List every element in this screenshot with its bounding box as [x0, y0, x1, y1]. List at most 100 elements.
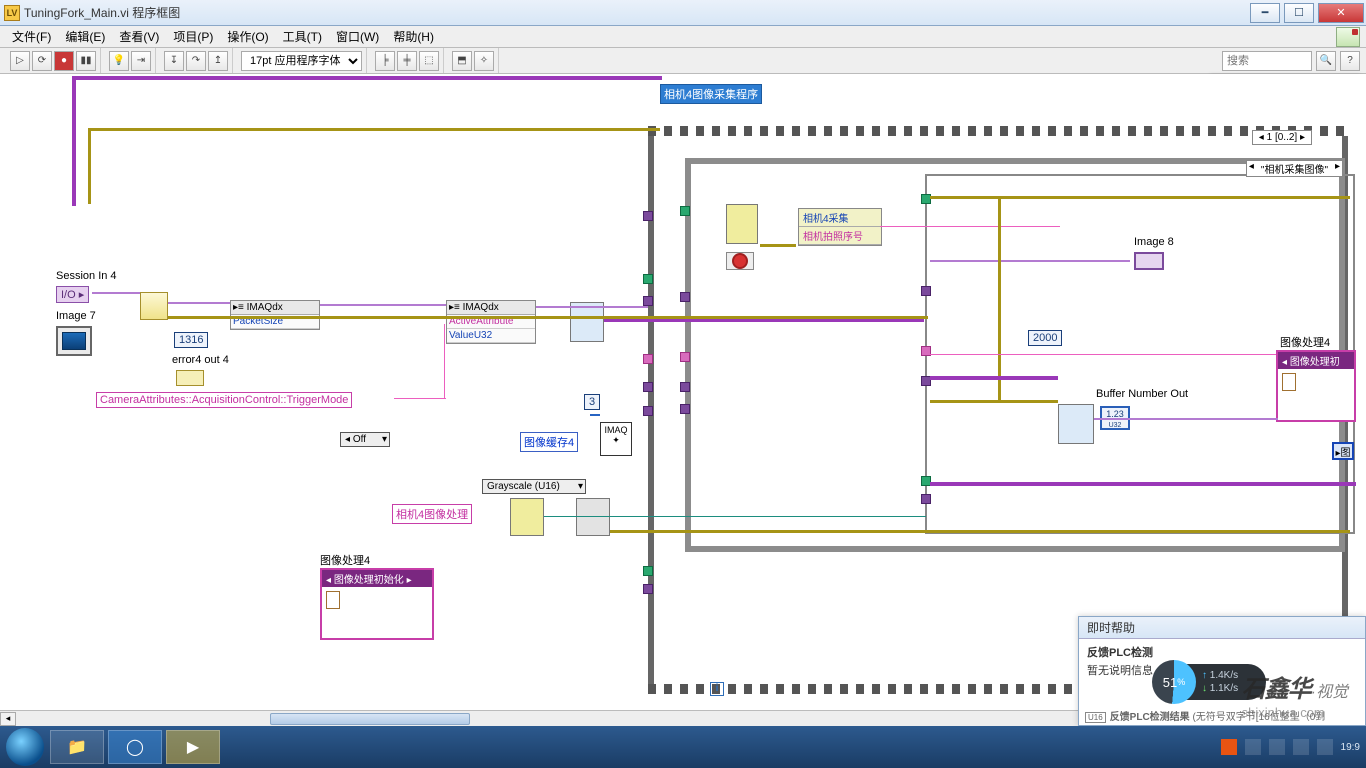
tunnel	[643, 274, 653, 284]
image7-label: Image 7	[56, 310, 96, 322]
tunnel	[643, 296, 653, 306]
context-help-title[interactable]: 即时帮助	[1079, 617, 1365, 639]
retain-wire-button[interactable]: ⇥	[131, 51, 151, 71]
scroll-thumb[interactable]	[270, 713, 470, 725]
start-button[interactable]	[6, 728, 44, 766]
tunnel	[643, 406, 653, 416]
menu-project[interactable]: 项目(P)	[167, 26, 219, 47]
search-icon[interactable]: 🔍	[1316, 51, 1336, 71]
unbundle-by-name[interactable]: 相机4采集 相机拍照序号	[798, 208, 882, 246]
session-in-terminal[interactable]: I/O ▸	[56, 286, 89, 303]
subvi-imaqdx-grab2[interactable]	[1058, 404, 1094, 444]
wire	[92, 292, 140, 294]
terminal-right-small[interactable]: ▸图	[1332, 442, 1354, 460]
font-select[interactable]: 17pt 应用程序字体	[241, 51, 362, 71]
menubar: 文件(F) 编辑(E) 查看(V) 项目(P) 操作(O) 工具(T) 窗口(W…	[0, 26, 1366, 48]
property-node-activeattr[interactable]: ▸≡ IMAQdx ActiveAttribute ValueU32	[446, 300, 536, 344]
film-top	[648, 126, 1348, 136]
case-selector-outer[interactable]: ◂ 1 [0..2] ▸	[1252, 130, 1312, 145]
speed-up: 1.4K/s	[1202, 670, 1238, 681]
minimize-button[interactable]: ━	[1250, 3, 1280, 23]
step-into-button[interactable]: ↧	[164, 51, 184, 71]
wire	[88, 128, 660, 131]
tray-sogou-icon[interactable]	[1221, 739, 1237, 755]
tray-time[interactable]: 19:9	[1341, 742, 1360, 753]
ring-off[interactable]: ◂ Off	[340, 432, 390, 447]
const-2000[interactable]: 2000	[1028, 330, 1062, 346]
const-imgbuf4[interactable]: 图像缓存4	[520, 432, 578, 452]
menu-file[interactable]: 文件(F)	[6, 26, 57, 47]
menu-operate[interactable]: 操作(O)	[221, 26, 274, 47]
tray-volume-icon[interactable]	[1293, 739, 1309, 755]
tunnel	[921, 494, 931, 504]
tray-flag-icon[interactable]	[1317, 739, 1333, 755]
run-continuous-button[interactable]: ⟳	[32, 51, 52, 71]
image7-indicator[interactable]	[56, 326, 92, 356]
toolbar: ▷ ⟳ ● ▮▮ 💡 ⇥ ↧ ↷ ↥ 17pt 应用程序字体 ╞ ╪ ⬚ ⬒ ✧…	[0, 48, 1366, 74]
subvi-open-camera[interactable]	[140, 292, 168, 320]
tunnel	[921, 286, 931, 296]
maximize-button[interactable]: ☐	[1284, 3, 1314, 23]
ring-grayscale[interactable]: Grayscale (U16)	[482, 479, 586, 494]
distribute-button[interactable]: ╪	[397, 51, 417, 71]
abort-button[interactable]: ●	[54, 51, 74, 71]
wire	[930, 260, 1130, 262]
tunnel	[643, 211, 653, 221]
task-labview[interactable]: ▶	[166, 730, 220, 764]
task-explorer[interactable]: 📁	[50, 730, 104, 764]
subvi-enqueue[interactable]	[576, 498, 610, 536]
stop-terminal[interactable]	[726, 252, 754, 270]
cleanup-button[interactable]: ✧	[474, 51, 494, 71]
align-button[interactable]: ╞	[375, 51, 395, 71]
case-selector-inner[interactable]: "相机采集图像"	[1246, 160, 1343, 177]
subvi-dequeue[interactable]	[726, 204, 758, 244]
tray-network-icon[interactable]	[1269, 739, 1285, 755]
tunnel	[680, 382, 690, 392]
error4-terminal[interactable]	[176, 370, 204, 386]
highlight-exec-button[interactable]: 💡	[109, 51, 129, 71]
wire	[88, 128, 91, 204]
property-node-packetsize[interactable]: ▸≡ IMAQdx PacketSize	[230, 300, 320, 330]
banner-label: 相机4图像采集程序	[660, 84, 762, 104]
tunnel	[680, 206, 690, 216]
wire	[930, 354, 1276, 355]
subvi-obtain-queue[interactable]	[510, 498, 544, 536]
menu-edit[interactable]: 编辑(E)	[59, 26, 111, 47]
search-input[interactable]	[1222, 51, 1312, 71]
wire	[320, 304, 446, 306]
image8-indicator[interactable]	[1134, 252, 1164, 270]
tunnel	[643, 566, 653, 576]
taskbar[interactable]: 📁 ◯ ▶ 19:9	[0, 726, 1366, 768]
step-over-button[interactable]: ↷	[186, 51, 206, 71]
const-3[interactable]: 3	[584, 394, 600, 410]
const-1316[interactable]: 1316	[174, 332, 208, 348]
const-camera-attr[interactable]: CameraAttributes::AcquisitionControl::Tr…	[96, 392, 352, 408]
run-button[interactable]: ▷	[10, 51, 30, 71]
pause-button[interactable]: ▮▮	[76, 51, 96, 71]
proc-label-right: 图像处理4	[1280, 334, 1330, 350]
close-button[interactable]: ✕	[1318, 3, 1364, 23]
step-out-button[interactable]: ↥	[208, 51, 228, 71]
window-controls: ━ ☐ ✕	[1248, 1, 1366, 25]
queue-cam4-proc[interactable]: 相机4图像处理	[392, 504, 472, 524]
cluster-img-proc4-right[interactable]: ◂ 图像处理初	[1276, 350, 1356, 422]
menu-tools[interactable]: 工具(T)	[277, 26, 328, 47]
subvi-imaqdx-grab[interactable]	[570, 302, 604, 342]
buf-num-label: Buffer Number Out	[1096, 388, 1188, 400]
resize-button[interactable]: ⬚	[419, 51, 439, 71]
wire	[998, 196, 1001, 400]
reorder-button[interactable]: ⬒	[452, 51, 472, 71]
watermark: 石鑫华·视觉 shixinhua.com	[1242, 669, 1348, 722]
wire	[760, 244, 796, 247]
menu-view[interactable]: 查看(V)	[113, 26, 165, 47]
cluster-img-proc4[interactable]: ◂ 图像处理初始化 ▸	[320, 568, 434, 640]
tray-shield-icon[interactable]	[1245, 739, 1261, 755]
imaq-create-icon[interactable]: IMAQ✦	[600, 422, 632, 456]
menu-window[interactable]: 窗口(W)	[330, 26, 385, 47]
labview-status-icon[interactable]	[1336, 27, 1360, 47]
scroll-left-button[interactable]: ◂	[0, 712, 16, 726]
menu-help[interactable]: 帮助(H)	[387, 26, 440, 47]
help-icon[interactable]: ?	[1340, 51, 1360, 71]
session-in-label: Session In 4	[56, 270, 117, 282]
task-browser[interactable]: ◯	[108, 730, 162, 764]
